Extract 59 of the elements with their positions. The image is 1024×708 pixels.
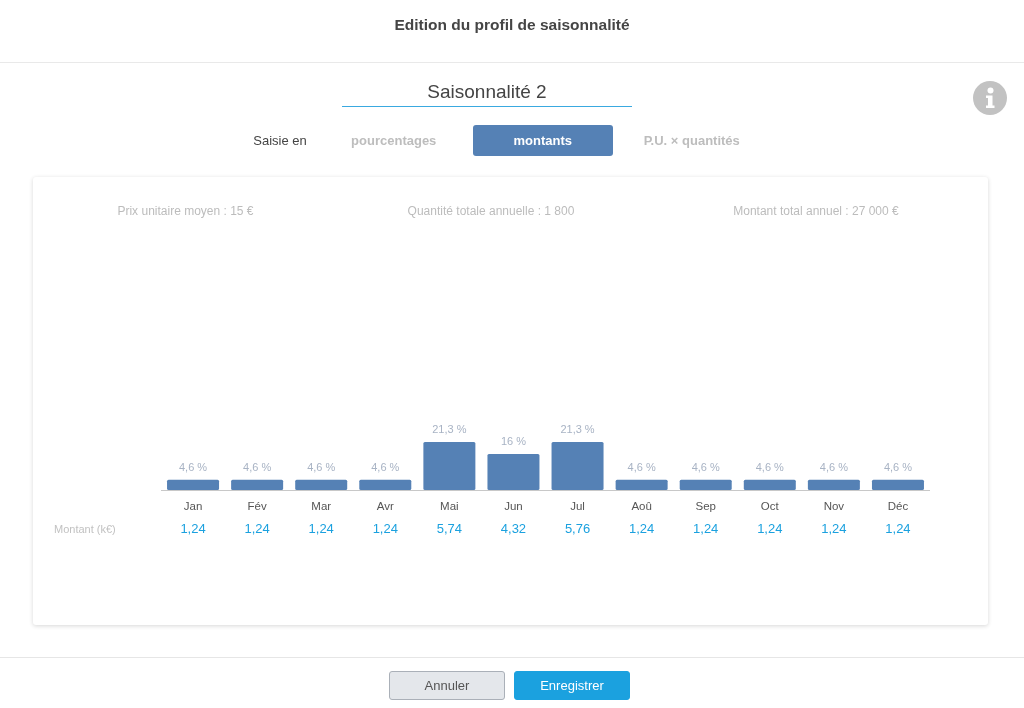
bar bbox=[423, 442, 476, 490]
month-label: Sep bbox=[695, 499, 716, 514]
summary-stat: Montant total annuel : 27 000 € bbox=[733, 204, 899, 218]
bar-value-label: 4,6 % bbox=[307, 460, 336, 473]
cancel-button[interactable]: Annuler bbox=[389, 671, 505, 700]
save-button[interactable]: Enregistrer bbox=[514, 671, 630, 700]
profile-name-input[interactable]: Saisonnalité 2 bbox=[342, 78, 632, 107]
input-mode-tab[interactable]: montants bbox=[472, 125, 613, 156]
month-label: Déc bbox=[887, 499, 909, 514]
amount-value: 5,74 bbox=[436, 521, 462, 537]
amount-value: 1,24 bbox=[628, 521, 655, 537]
bar-value-label: 4,6 % bbox=[819, 460, 848, 473]
amount-value: 4,32 bbox=[500, 521, 527, 537]
amount-value: 1,24 bbox=[180, 521, 206, 537]
month-label: Mar bbox=[311, 499, 332, 514]
bar-value-label: 4,6 % bbox=[243, 460, 272, 473]
bar bbox=[679, 479, 732, 490]
info-icon[interactable] bbox=[973, 81, 1007, 115]
amount-value: 1,24 bbox=[308, 521, 334, 537]
month-label: Jun bbox=[504, 499, 523, 514]
bar bbox=[231, 479, 284, 490]
bar bbox=[615, 479, 668, 490]
amount-value: 1,24 bbox=[372, 521, 398, 537]
input-mode-label: Saisie en bbox=[253, 133, 307, 148]
bar-value-label: 4,6 % bbox=[178, 460, 208, 473]
bar-value-label: 4,6 % bbox=[691, 460, 720, 473]
dialog-title: Edition du profil de saisonnalité bbox=[394, 16, 630, 34]
amount-row-label: Montant (k€) bbox=[54, 522, 116, 537]
bar bbox=[167, 479, 220, 490]
amount-value: 5,76 bbox=[564, 521, 591, 537]
bar-value-label: 4,6 % bbox=[883, 460, 913, 473]
month-label: Oct bbox=[760, 499, 779, 514]
month-label: Jul bbox=[570, 499, 585, 514]
bar bbox=[295, 479, 348, 490]
bar-value-label: 21,3 % bbox=[432, 423, 467, 436]
month-label: Jan bbox=[183, 499, 203, 514]
bar bbox=[743, 479, 796, 490]
amount-value: 1,24 bbox=[757, 521, 783, 537]
summary-stat: Prix unitaire moyen : 15 € bbox=[117, 204, 254, 218]
summary-stat: Quantité totale annuelle : 1 800 bbox=[407, 204, 575, 218]
amount-value: 1,24 bbox=[693, 521, 719, 537]
bar-value-label: 4,6 % bbox=[371, 460, 400, 473]
bar-value-label: 21,3 % bbox=[560, 423, 595, 436]
bar bbox=[487, 454, 540, 490]
month-label: Mai bbox=[440, 499, 459, 514]
bar bbox=[807, 479, 860, 490]
bar-value-label: 4,6 % bbox=[627, 460, 656, 473]
month-label: Nov bbox=[823, 499, 845, 514]
bar bbox=[551, 442, 604, 490]
bar bbox=[359, 479, 412, 490]
month-label: Aoû bbox=[631, 499, 652, 514]
amount-value: 1,24 bbox=[885, 521, 911, 537]
bar-value-label: 16 % bbox=[500, 435, 526, 447]
month-label: Fév bbox=[247, 499, 267, 514]
amount-value: 1,24 bbox=[821, 521, 847, 537]
bar-value-label: 4,6 % bbox=[755, 460, 784, 473]
bar bbox=[871, 479, 924, 490]
amount-value: 1,24 bbox=[244, 521, 270, 537]
month-label: Avr bbox=[376, 499, 394, 514]
